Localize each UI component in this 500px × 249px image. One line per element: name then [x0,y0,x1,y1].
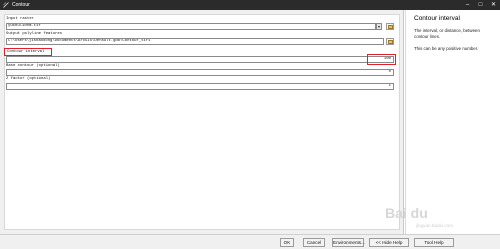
base-contour-field[interactable]: 0 [6,69,394,76]
minimize-icon[interactable]: – [461,0,474,10]
input-raster-dropdown-icon[interactable] [376,23,382,30]
value-highlight-box [367,54,396,65]
baidu-watermark-logo: Bai du [385,205,428,221]
baidu-watermark-url: jingyan.baidu.com [416,223,454,228]
parameters-panel [4,14,400,230]
help-pane: Contour interval The interval, or distan… [405,10,500,234]
output-polyline-field[interactable]: C:\Users\jishaodong\Documents\ArcGIS\Def… [6,38,384,45]
folder-icon [388,25,393,29]
folder-icon [388,40,393,44]
help-title: Contour interval [414,15,460,22]
ok-button[interactable]: OK [280,238,294,247]
window-title: Contour [12,2,30,8]
cancel-button[interactable]: Cancel [303,238,325,247]
z-factor-label: Z factor (optional) [6,77,51,81]
hide-help-button[interactable]: << Hide Help [369,238,409,247]
output-browse-icon[interactable] [386,38,394,45]
tool-help-button[interactable]: Tool Help [414,238,454,247]
label-highlight-box [4,48,52,56]
help-note: This can be any positive number. [414,46,479,51]
input-raster-field[interactable]: yuchuli00m.tif [6,23,376,30]
help-description: The interval, or distance, between conto… [414,28,480,39]
z-factor-field[interactable]: 1 [6,83,394,90]
contour-tool-icon [3,2,9,8]
input-raster-browse-icon[interactable] [386,23,394,30]
title-bar: Contour – □ ✕ [0,0,500,10]
output-polyline-label: Output polyline features [6,32,63,36]
contour-interval-field[interactable]: 100 [6,56,394,63]
close-icon[interactable]: ✕ [487,0,500,10]
environments-button[interactable]: Environments... [332,238,365,247]
input-raster-label: Input raster [6,17,35,21]
maximize-icon[interactable]: □ [474,0,487,10]
button-bar: OK Cancel Environments... << Hide Help T… [0,234,500,249]
